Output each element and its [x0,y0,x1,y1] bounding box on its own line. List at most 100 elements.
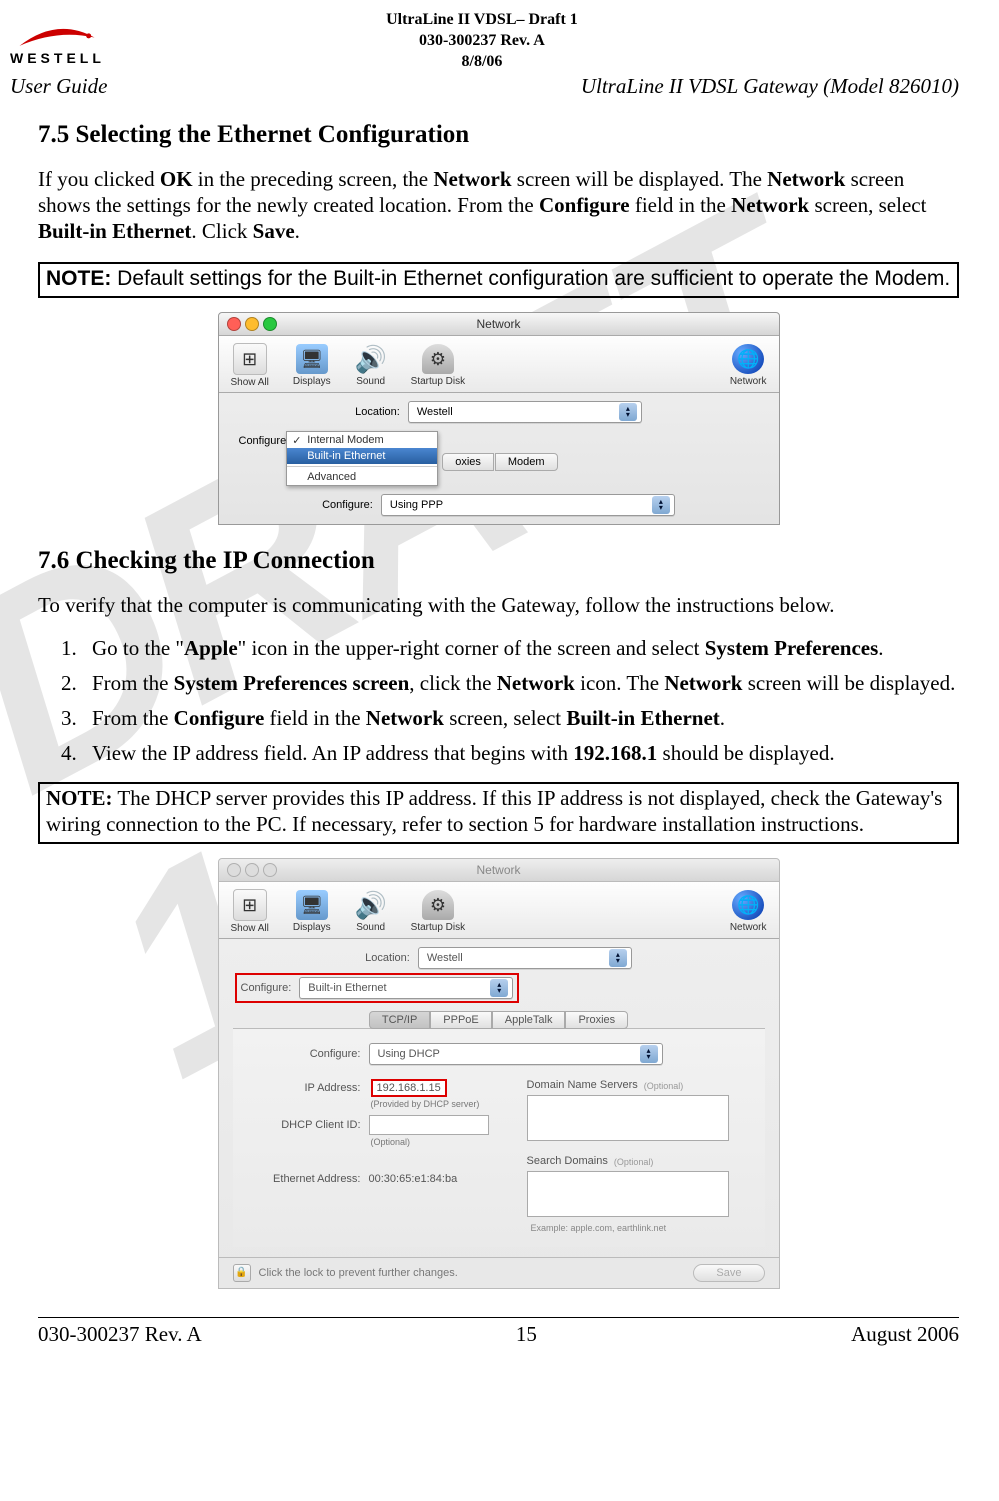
footer-right: August 2006 [851,1322,959,1347]
titlebar: Network [219,313,779,336]
doc-rev: 030-300237 Rev. A [115,31,849,52]
dropdown-item-advanced[interactable]: Advanced [287,469,437,485]
network-icon: 🌐 [732,344,764,374]
tab-appletalk[interactable]: AppleTalk [492,1011,566,1029]
logo-block: WESTELL [10,25,105,66]
dhcp-optional-note: (Optional) [371,1137,489,1147]
toolbar-displays-2[interactable]: 🖥Displays [293,890,331,933]
window-title: Network [219,317,779,331]
toolbar-network-2[interactable]: 🌐Network [730,890,767,933]
zoom-icon[interactable] [263,863,277,877]
note-label: NOTE: [46,267,111,290]
footer-center: 15 [516,1322,537,1347]
tab-tcpip[interactable]: TCP/IP [369,1011,430,1029]
close-icon[interactable] [227,317,241,331]
show-all-icon: ⊞ [233,343,267,375]
toolbar-startup-disk[interactable]: ⚙Startup Disk [411,344,465,387]
dns-optional: (Optional) [644,1081,684,1091]
heading-7-5: 7.5 Selecting the Ethernet Configuration [38,121,959,149]
location-select-2[interactable]: Westell ▴▾ [418,947,632,969]
logo-swoosh-icon [12,25,102,50]
lock-icon[interactable]: 🔒 [233,1264,251,1282]
configure-highlight-box: Configure: Built-in Ethernet ▴▾ [235,973,520,1003]
configure2-row: Configure: Using PPP ▴▾ [219,494,779,524]
step-3: From the Configure field in the Network … [82,706,959,731]
startup-disk-icon: ⚙ [422,890,454,920]
toolbar-displays[interactable]: 🖥Displays [293,344,331,387]
search-domains-textarea[interactable] [527,1171,729,1217]
tcpip-configure-select[interactable]: Using DHCP ▴▾ [369,1043,663,1065]
lock-text: Click the lock to prevent further change… [259,1267,458,1279]
footer-left: 030-300237 Rev. A [38,1322,202,1347]
note-body-2: The DHCP server provides this IP address… [46,786,942,836]
dhcp-client-id-field[interactable] [369,1115,489,1135]
user-guide-label: User Guide [10,74,107,99]
configure2-select[interactable]: Using PPP ▴▾ [381,494,675,516]
dropdown-item-internal-modem[interactable]: Internal Modem [287,432,437,448]
toolbar-show-all[interactable]: ⊞Show All [231,343,269,388]
titlebar-2: Network [219,859,779,882]
toolbar-sound-2[interactable]: 🔊Sound [355,890,387,933]
logo-text: WESTELL [10,50,105,66]
location-label-2: Location: [365,952,410,964]
chevron-updown-icon: ▴▾ [640,1045,658,1063]
tab-pppoe[interactable]: PPPoE [430,1011,491,1029]
subheader: User Guide UltraLine II VDSL Gateway (Mo… [10,74,959,99]
ethernet-address-label: Ethernet Address: [251,1173,361,1185]
tab-modem[interactable]: Modem [495,453,558,471]
location-select[interactable]: Westell ▴▾ [408,401,642,423]
zoom-icon[interactable] [263,317,277,331]
network-window-2: Network ⊞Show All 🖥Displays 🔊Sound ⚙Star… [218,858,780,1289]
header-top: WESTELL UltraLine II VDSL– Draft 1 030-3… [10,10,959,72]
sound-icon: 🔊 [355,344,387,374]
footer: 030-300237 Rev. A 15 August 2006 [38,1317,959,1347]
ethernet-address-value: 00:30:65:e1:84:ba [369,1173,458,1185]
window-title-2: Network [219,863,779,877]
step-1: Go to the "Apple" icon in the upper-righ… [82,636,959,661]
displays-icon: 🖥 [296,344,328,374]
network-icon: 🌐 [732,890,764,920]
displays-icon: 🖥 [296,890,328,920]
dns-textarea[interactable] [527,1095,729,1141]
minimize-icon[interactable] [245,317,259,331]
location-label: Location: [355,406,400,418]
ip-address-value: 192.168.1.15 [371,1079,447,1097]
note-body: Default settings for the Built-in Ethern… [111,267,950,290]
intro-7-6: To verify that the computer is communica… [38,593,959,619]
product-label: UltraLine II VDSL Gateway (Model 826010) [581,74,959,99]
dropdown-item-built-in-ethernet[interactable]: Built-in Ethernet [287,448,437,464]
heading-7-6: 7.6 Checking the IP Connection [38,547,959,575]
ip-address-label: IP Address: [251,1082,361,1094]
configure2-label: Configure: [322,499,373,511]
chevron-updown-icon: ▴▾ [619,403,637,421]
location-row: Location: Westell ▴▾ [219,393,779,431]
save-button[interactable]: Save [693,1264,764,1282]
screenshot-2-container: Network ⊞Show All 🖥Displays 🔊Sound ⚙Star… [38,858,959,1289]
screenshot-1-container: Network ⊞Show All 🖥Displays 🔊Sound ⚙Star… [38,312,959,525]
search-optional: (Optional) [614,1157,654,1167]
main-tabs: TCP/IP PPPoE AppleTalk Proxies [233,1011,765,1029]
startup-disk-icon: ⚙ [422,344,454,374]
paragraph-7-5: If you clicked OK in the preceding scree… [38,167,959,244]
sound-icon: 🔊 [355,890,387,920]
configure-label-2: Configure: [241,982,292,994]
close-icon[interactable] [227,863,241,877]
header-center: UltraLine II VDSL– Draft 1 030-300237 Re… [115,10,849,72]
configure-label: Configure [239,431,287,447]
note-box-2: NOTE: The DHCP server provides this IP a… [38,782,959,843]
tab-proxies[interactable]: oxies [442,453,494,471]
dns-label: Domain Name Servers [527,1079,638,1091]
configure-dropdown[interactable]: Internal Modem Built-in Ethernet Advance… [286,431,438,486]
toolbar-sound[interactable]: 🔊Sound [355,344,387,387]
minimize-icon[interactable] [245,863,259,877]
toolbar-show-all-2[interactable]: ⊞Show All [231,889,269,934]
note-box-1: NOTE: Default settings for the Built-in … [38,262,959,298]
doc-date: 8/8/06 [115,52,849,73]
configure-select-2[interactable]: Built-in Ethernet ▴▾ [299,977,513,999]
step-2: From the System Preferences screen, clic… [82,671,959,696]
toolbar-startup-disk-2[interactable]: ⚙Startup Disk [411,890,465,933]
tab-proxies-2[interactable]: Proxies [565,1011,628,1029]
toolbar-network[interactable]: 🌐Network [730,344,767,387]
doc-title: UltraLine II VDSL– Draft 1 [115,10,849,31]
step-4: View the IP address field. An IP address… [82,741,959,766]
